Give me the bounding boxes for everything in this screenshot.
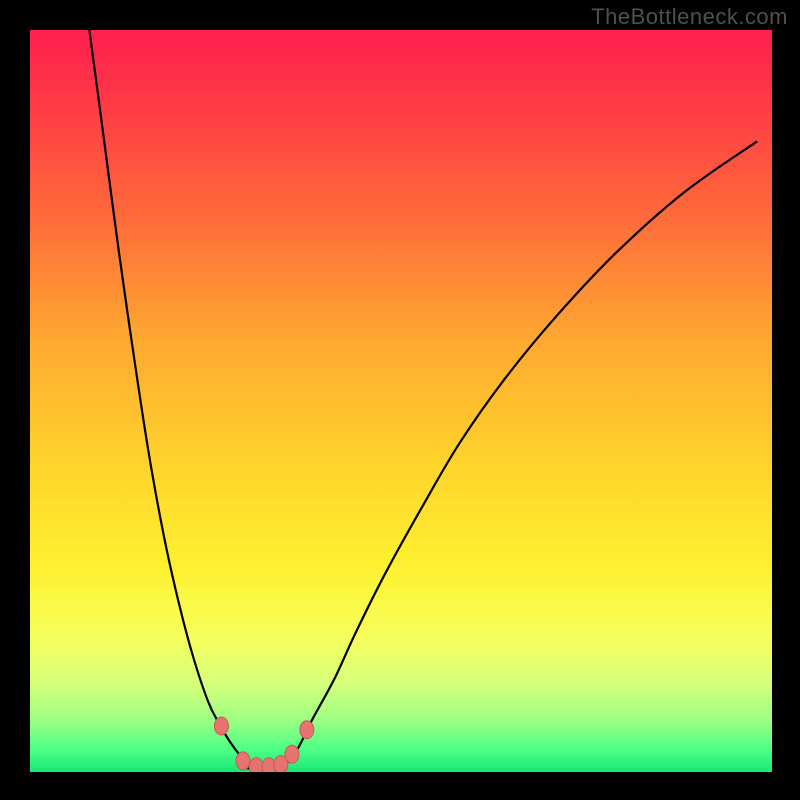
watermark-text: TheBottleneck.com xyxy=(591,4,788,30)
plot-area xyxy=(30,30,772,772)
curve-marker xyxy=(285,745,299,763)
chart-frame: TheBottleneck.com xyxy=(0,0,800,800)
curve-marker xyxy=(300,721,314,739)
curve-svg xyxy=(30,30,772,772)
curve-right-branch xyxy=(282,141,757,768)
curve-marker xyxy=(236,752,250,770)
curve-marker xyxy=(249,758,263,772)
curve-marker xyxy=(214,717,228,735)
curve-left-branch xyxy=(89,30,252,768)
